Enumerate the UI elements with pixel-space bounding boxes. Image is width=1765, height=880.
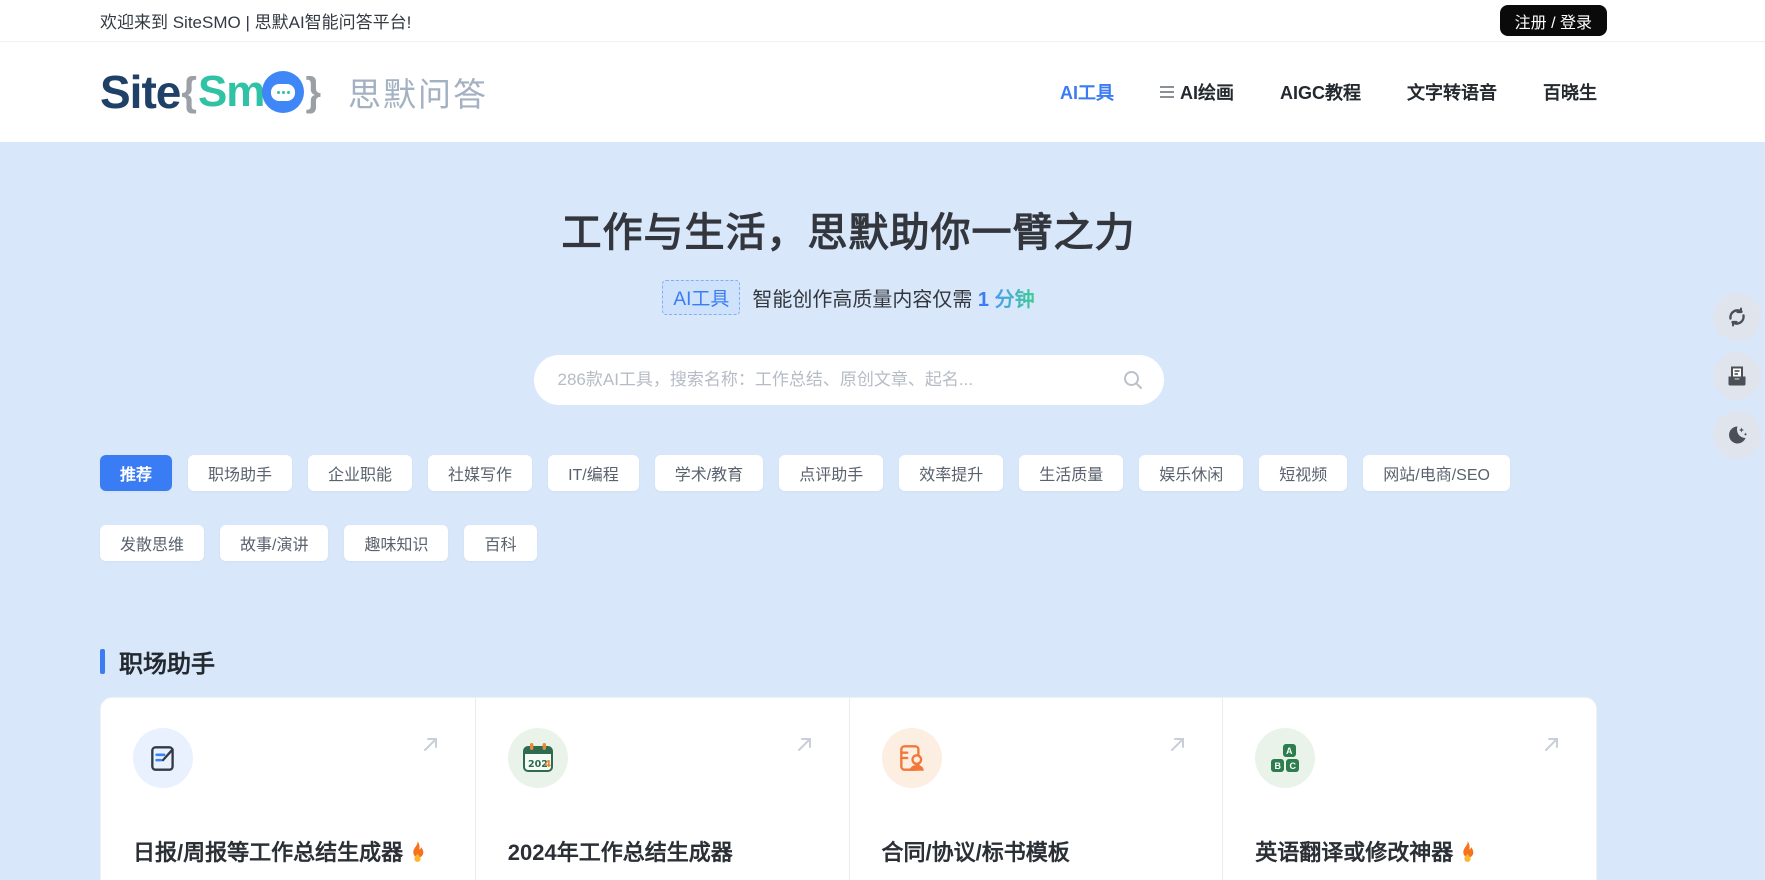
highlight-unit: 分钟 <box>995 289 1035 311</box>
nav-baixiaosheng[interactable]: 百晓生 <box>1543 79 1597 105</box>
open-arrow-icon[interactable] <box>419 732 443 756</box>
hero-subtitle-text: 智能创作高质量内容仅需 1 分钟 <box>752 283 1034 312</box>
tag-enterprise[interactable]: 企业职能 <box>308 455 412 491</box>
logo-chat-bubble-icon <box>262 71 304 113</box>
tool-cards-grid: 日报/周报等工作总结生成器 通过AI生成日报、周报、月报、季度报，让工作报告更简… <box>100 697 1597 880</box>
contract-icon <box>882 728 942 788</box>
main-nav: AI工具 AI绘画 AIGC教程 文字转语音 百晓生 <box>1060 79 1597 105</box>
card-title: 2024年工作总结生成器 <box>508 835 733 867</box>
refresh-icon[interactable] <box>1713 293 1761 341</box>
tool-card[interactable]: 202 4 2024年工作总结生成器 让2024年工作总结更简单，只需输入工作内… <box>475 698 849 880</box>
tool-card[interactable]: 日报/周报等工作总结生成器 通过AI生成日报、周报、月报、季度报，让工作报告更简… <box>101 698 475 880</box>
nav-aigc-tutorial[interactable]: AIGC教程 <box>1280 79 1361 105</box>
fire-icon <box>1457 840 1478 863</box>
tool-card[interactable]: A BC 英语翻译或修改神器 将其他语言翻译为英语，或改进你提供的英语句子，提升… <box>1222 698 1596 880</box>
open-arrow-icon[interactable] <box>1540 732 1564 756</box>
floating-toolbar <box>1713 293 1761 459</box>
welcome-text: 欢迎来到 SiteSMO | 思默AI智能问答平台! <box>100 8 411 33</box>
open-arrow-icon[interactable] <box>793 732 817 756</box>
dark-mode-moon-icon[interactable] <box>1713 411 1761 459</box>
tag-story-speech[interactable]: 故事/演讲 <box>220 525 328 561</box>
open-arrow-icon[interactable] <box>1166 732 1190 756</box>
ai-tools-badge[interactable]: AI工具 <box>662 280 740 315</box>
search-icon[interactable] <box>1122 369 1144 391</box>
highlight-number: 1 <box>978 289 989 311</box>
section-accent-bar <box>100 649 105 674</box>
topbar: 欢迎来到 SiteSMO | 思默AI智能问答平台! 注册 / 登录 <box>0 0 1765 42</box>
tag-recommended[interactable]: 推荐 <box>100 455 172 491</box>
nav-ai-painting[interactable]: AI绘画 <box>1160 79 1234 105</box>
search-bar <box>534 355 1164 405</box>
card-title: 英语翻译或修改神器 <box>1255 835 1453 867</box>
site-logo[interactable]: Site { Sm } 思默问答 <box>100 65 488 119</box>
nav-ai-painting-label: AI绘画 <box>1180 79 1234 105</box>
svg-text:4: 4 <box>544 759 551 770</box>
logo-brand-cn: 思默问答 <box>348 68 488 116</box>
tool-card[interactable]: 合同/协议/标书模板 AI制作标准合同/协议/标书，要求：双方信息、合同内容、终… <box>849 698 1223 880</box>
tag-fun-facts[interactable]: 趣味知识 <box>344 525 448 561</box>
card-title: 日报/周报等工作总结生成器 <box>133 835 403 867</box>
tag-review[interactable]: 点评助手 <box>779 455 883 491</box>
document-edit-icon <box>133 728 193 788</box>
abc-blocks-icon: A BC <box>1255 728 1315 788</box>
fire-icon <box>407 840 428 863</box>
logo-smo-text: Sm <box>198 67 264 117</box>
calendar-2024-icon: 202 4 <box>508 728 568 788</box>
register-login-button[interactable]: 注册 / 登录 <box>1500 5 1607 36</box>
tag-encyclopedia[interactable]: 百科 <box>464 525 536 561</box>
hero-subtitle-row: AI工具 智能创作高质量内容仅需 1 分钟 <box>100 280 1597 315</box>
filter-tags: 推荐 职场助手 企业职能 社媒写作 IT/编程 学术/教育 点评助手 效率提升 … <box>100 455 1597 561</box>
tag-website-ecom-seo[interactable]: 网站/电商/SEO <box>1363 455 1510 491</box>
search-input[interactable] <box>558 370 1122 390</box>
tag-workplace[interactable]: 职场助手 <box>188 455 292 491</box>
tag-efficiency[interactable]: 效率提升 <box>899 455 1003 491</box>
logo-brace-right: } <box>305 70 321 115</box>
menu-icon <box>1160 86 1174 98</box>
inbox-doc-icon[interactable] <box>1713 352 1761 400</box>
card-title: 合同/协议/标书模板 <box>882 835 1070 867</box>
section-title: 职场助手 <box>119 644 215 679</box>
tag-entertainment[interactable]: 娱乐休闲 <box>1139 455 1243 491</box>
header: Site { Sm } 思默问答 AI工具 AI绘画 AIGC教程 文字转语音 … <box>0 42 1765 142</box>
tag-it-coding[interactable]: IT/编程 <box>548 455 639 491</box>
hero-title: 工作与生活，思默助你一臂之力 <box>100 200 1597 258</box>
nav-text-to-speech[interactable]: 文字转语音 <box>1407 79 1497 105</box>
tag-short-video[interactable]: 短视频 <box>1259 455 1347 491</box>
tag-academic[interactable]: 学术/教育 <box>655 455 763 491</box>
tag-divergent-thinking[interactable]: 发散思维 <box>100 525 204 561</box>
tag-social-writing[interactable]: 社媒写作 <box>428 455 532 491</box>
section-header: 职场助手 <box>100 644 1597 679</box>
logo-site-text: Site <box>100 65 180 119</box>
tag-life-quality[interactable]: 生活质量 <box>1019 455 1123 491</box>
nav-ai-tools[interactable]: AI工具 <box>1060 79 1114 105</box>
main-content: 工作与生活，思默助你一臂之力 AI工具 智能创作高质量内容仅需 1 分钟 推荐 … <box>100 142 1597 880</box>
logo-brace-left: { <box>181 70 197 115</box>
